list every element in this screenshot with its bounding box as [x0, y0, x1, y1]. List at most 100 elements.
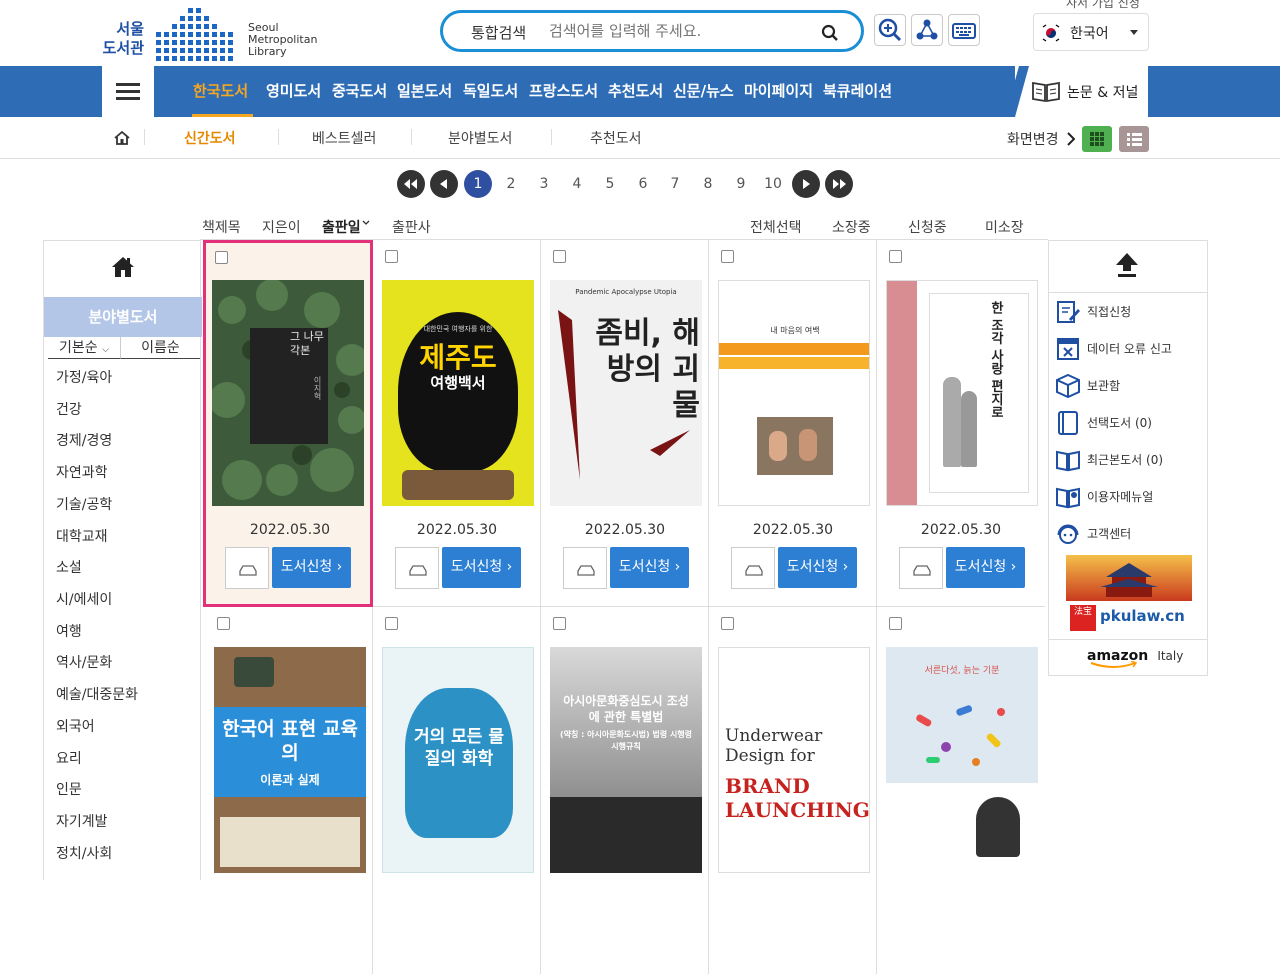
filter-requested[interactable]: 신청중	[908, 217, 947, 237]
bookshelf-button[interactable]	[563, 547, 607, 589]
book-checkbox[interactable]	[385, 617, 398, 630]
book-checkbox[interactable]	[553, 617, 566, 630]
page-3[interactable]: 3	[530, 170, 558, 198]
quick-direct-request[interactable]: 직접신청	[1055, 297, 1205, 327]
nav-item-mypage[interactable]: 마이페이지	[744, 80, 813, 101]
filter-not-owned[interactable]: 미소장	[985, 217, 1024, 237]
book-card[interactable]: 한 조각 사랑 편지로 2022.05.30 도서신청 ›	[877, 240, 1045, 607]
grid-view-button[interactable]	[1082, 126, 1112, 152]
book-cover[interactable]: 서른다섯, 늙는 기분	[886, 647, 1038, 873]
book-card[interactable]: 대한민국 여행자를 위한 제주도 여행백서 2022.05.30 도서신청 ›	[373, 240, 541, 607]
book-checkbox[interactable]	[217, 617, 230, 630]
filter-owned[interactable]: 소장중	[832, 217, 871, 237]
book-card[interactable]: 내 마음의 여백 2022.05.30 도서신청 ›	[709, 240, 877, 607]
request-button[interactable]: 도서신청 ›	[778, 547, 857, 588]
journal-button[interactable]: 논문 & 저널	[1015, 66, 1148, 117]
book-card[interactable]: 서른다섯, 늙는 기분	[877, 607, 1045, 974]
category-item[interactable]: 여행	[56, 621, 82, 641]
book-card[interactable]: 거의 모든 물질의 화학	[373, 607, 541, 974]
category-item[interactable]: 자기계발	[56, 811, 108, 831]
temple-banner[interactable]	[1066, 555, 1192, 601]
category-item[interactable]: 경제/경영	[56, 430, 112, 450]
book-checkbox[interactable]	[721, 250, 734, 263]
nav-item-korean-books[interactable]: 한국도서	[193, 80, 248, 101]
page-2[interactable]: 2	[497, 170, 525, 198]
quick-user-manual[interactable]: 이용자메뉴얼	[1055, 482, 1205, 512]
category-item[interactable]: 소설	[56, 557, 82, 577]
nav-item-japanese-books[interactable]: 일본도서	[397, 80, 452, 101]
nav-item-recommended[interactable]: 추천도서	[608, 80, 663, 101]
quick-recent-books[interactable]: 최근본도서 (0)	[1055, 445, 1205, 475]
category-item[interactable]: 예술/대중문화	[56, 684, 138, 704]
search-icon[interactable]	[821, 24, 839, 42]
book-checkbox[interactable]	[721, 617, 734, 630]
sort-by-author[interactable]: 지은이	[262, 217, 301, 237]
page-8[interactable]: 8	[694, 170, 722, 198]
quick-storage[interactable]: 보관함	[1055, 371, 1205, 401]
bookshelf-button[interactable]	[225, 547, 269, 589]
book-card[interactable]: Underwear Design for BRAND LAUNCHING	[709, 607, 877, 974]
page-5[interactable]: 5	[596, 170, 624, 198]
sort-by-pubdate[interactable]: 출판일	[322, 217, 361, 237]
nav-item-chinese-books[interactable]: 중국도서	[332, 80, 387, 101]
category-item[interactable]: 요리	[56, 748, 82, 768]
list-view-button[interactable]	[1119, 126, 1149, 152]
request-button[interactable]: 도서신청 ›	[272, 547, 351, 588]
book-cover[interactable]: 내 마음의 여백	[718, 280, 870, 506]
language-select[interactable]: 한국어	[1033, 13, 1149, 51]
share-button[interactable]	[911, 14, 943, 46]
category-item[interactable]: 정치/사회	[56, 843, 112, 863]
book-checkbox[interactable]	[889, 250, 902, 263]
search-label[interactable]: 통합검색	[471, 22, 526, 43]
book-cover[interactable]: 한국어 표현 교육의 이론과 실제	[214, 647, 366, 873]
next-page-button[interactable]	[792, 170, 820, 198]
category-item[interactable]: 역사/문화	[56, 652, 112, 672]
nav-item-german-books[interactable]: 독일도서	[463, 80, 518, 101]
menu-button[interactable]	[102, 66, 154, 117]
category-item[interactable]: 인문	[56, 779, 82, 799]
quick-customer-center[interactable]: 고객센터	[1055, 519, 1205, 549]
book-checkbox[interactable]	[553, 250, 566, 263]
home-icon[interactable]	[111, 255, 135, 279]
site-logo[interactable]: 서울 도서관 Seoul Metropolitan Library	[100, 6, 320, 62]
book-cover[interactable]: 거의 모든 물질의 화학	[382, 647, 534, 873]
book-cover[interactable]: 그 나무 각본 이지혁	[212, 280, 364, 506]
request-button[interactable]: 도서신청 ›	[946, 547, 1025, 588]
book-card[interactable]: 아시아문화중심도시 조성에 관한 특별법 (약칭 : 아시아문화도시법) 법령 …	[541, 607, 709, 974]
request-button[interactable]: 도서신청 ›	[610, 547, 689, 588]
book-cover[interactable]: 대한민국 여행자를 위한 제주도 여행백서	[382, 280, 534, 506]
tab-new-books[interactable]: 신간도서	[184, 128, 236, 148]
bookshelf-button[interactable]	[731, 547, 775, 589]
book-cover[interactable]: 아시아문화중심도시 조성에 관한 특별법 (약칭 : 아시아문화도시법) 법령 …	[550, 647, 702, 873]
search-input[interactable]	[549, 19, 809, 43]
sort-by-publisher[interactable]: 출판사	[392, 217, 431, 237]
category-item[interactable]: 시/에세이	[56, 589, 112, 609]
category-item[interactable]: 가정/육아	[56, 367, 112, 387]
book-cover[interactable]: Pandemic Apocalypse Utopia 좀비, 해방의 괴물	[550, 280, 702, 506]
page-4[interactable]: 4	[563, 170, 591, 198]
quick-selected-books[interactable]: 선택도서 (0)	[1055, 408, 1205, 438]
first-page-button[interactable]	[397, 170, 425, 198]
request-button[interactable]: 도서신청 ›	[442, 547, 521, 588]
page-7[interactable]: 7	[661, 170, 689, 198]
bookshelf-button[interactable]	[899, 547, 943, 589]
last-page-button[interactable]	[825, 170, 853, 198]
select-all[interactable]: 전체선택	[750, 217, 802, 237]
keyboard-button[interactable]	[948, 14, 980, 46]
book-card[interactable]: 그 나무 각본 이지혁 2022.05.30 도서신청 ›	[203, 240, 373, 607]
scroll-top-icon[interactable]	[1115, 251, 1139, 279]
tab-bestseller[interactable]: 베스트셀러	[312, 128, 376, 148]
page-1[interactable]: 1	[464, 170, 492, 198]
tab-by-category[interactable]: 분야별도서	[448, 128, 512, 148]
sort-by-title[interactable]: 책제목	[202, 217, 241, 237]
book-checkbox[interactable]	[385, 250, 398, 263]
quick-error-report[interactable]: 데이터 오류 신고	[1055, 334, 1205, 364]
nav-item-french-books[interactable]: 프랑스도서	[529, 80, 598, 101]
order-default[interactable]: 기본순 ⌵	[48, 337, 120, 359]
book-card[interactable]: 한국어 표현 교육의 이론과 실제	[205, 607, 373, 974]
nav-item-english-books[interactable]: 영미도서	[266, 80, 321, 101]
page-6[interactable]: 6	[629, 170, 657, 198]
home-icon[interactable]	[113, 130, 131, 146]
pkulaw-banner[interactable]: 法宝 pkulaw.cn	[1066, 601, 1192, 637]
tab-recommended[interactable]: 추천도서	[590, 128, 642, 148]
